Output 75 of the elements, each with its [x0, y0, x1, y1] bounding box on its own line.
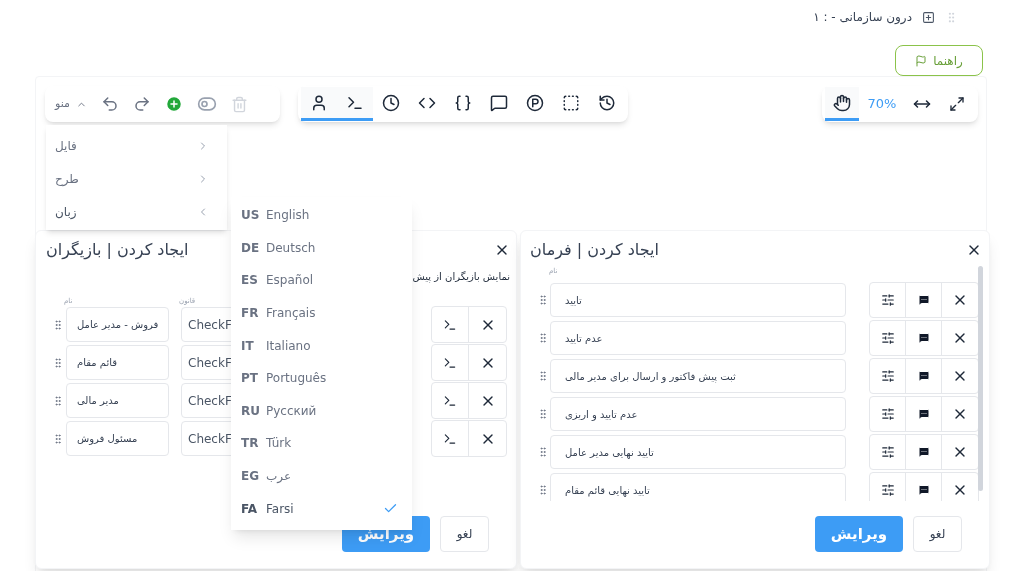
language-option[interactable]: IT Italiano: [231, 329, 412, 362]
drag-handle-icon[interactable]: [52, 394, 64, 407]
guide-button[interactable]: راهنما: [895, 45, 983, 76]
language-option[interactable]: PT Português: [231, 361, 412, 395]
language-option[interactable]: RU Русский: [231, 394, 412, 428]
dashed-square-icon: [562, 93, 580, 112]
name-field[interactable]: فروش - مدیر عامل: [66, 307, 169, 342]
flag-icon: [915, 54, 928, 67]
clock-icon: [382, 93, 400, 112]
undo-icon[interactable]: [100, 95, 119, 113]
cancel-button[interactable]: لغو: [913, 516, 962, 552]
language-option[interactable]: FR Français: [231, 296, 412, 330]
dialog-title: ایجاد کردن | بازیگران: [46, 239, 189, 262]
sliders-icon: [880, 483, 895, 497]
language-option[interactable]: US English: [231, 199, 412, 232]
menu-item[interactable]: زبان: [46, 195, 227, 228]
language-option[interactable]: ES Español: [231, 264, 412, 297]
name-field[interactable]: مسئول فروش: [66, 421, 169, 456]
zoom-level: 70%: [866, 95, 898, 114]
name-field[interactable]: تایید: [550, 283, 846, 317]
add-icon[interactable]: [164, 95, 183, 113]
sliders-icon: [880, 407, 895, 421]
tool-button[interactable]: [301, 87, 337, 121]
comment-icon: [917, 408, 930, 420]
drag-handle-icon[interactable]: [537, 294, 549, 306]
page-title: ۱ : - درون سازمانی: [813, 9, 912, 26]
speech-bubble-icon: [490, 93, 508, 112]
name-field[interactable]: مدیر مالی: [66, 383, 169, 418]
comment-icon: [917, 332, 930, 344]
name-field[interactable]: تایید نهایی مدیر عامل: [550, 435, 846, 469]
name-field[interactable]: عدم تایید: [550, 321, 846, 355]
user-icon: [310, 93, 328, 112]
hand-icon: [833, 93, 851, 112]
drag-handle-icon[interactable]: [52, 356, 64, 369]
comment-icon: [917, 370, 930, 382]
braces-icon: [454, 93, 472, 112]
menu-item[interactable]: فایل: [46, 129, 227, 162]
comment-icon: [917, 294, 930, 306]
sliders-icon: [880, 445, 895, 459]
drag-handle-icon[interactable]: [52, 318, 64, 331]
sliders-icon: [880, 293, 895, 307]
redo-icon[interactable]: [132, 95, 151, 113]
drag-handle-icon[interactable]: [52, 432, 64, 445]
circled-p-icon: [526, 93, 544, 112]
toggle-icon[interactable]: [196, 94, 217, 114]
comment-icon: [917, 484, 930, 496]
language-option[interactable]: DE Deutsch: [231, 231, 412, 265]
scrollbar[interactable]: [978, 266, 983, 491]
hand-tool-button[interactable]: [825, 87, 859, 121]
sliders-icon: [880, 369, 895, 383]
edit-button[interactable]: ویرایش: [815, 516, 903, 552]
dialog-title: ایجاد کردن | فرمان: [530, 238, 659, 262]
menu-item[interactable]: طرح: [46, 162, 227, 195]
drag-handle-icon[interactable]: [537, 446, 549, 458]
fullscreen-icon[interactable]: [949, 96, 965, 112]
add-square-icon[interactable]: [922, 10, 935, 24]
cancel-button[interactable]: لغو: [440, 516, 489, 552]
comment-icon: [917, 446, 930, 458]
name-field[interactable]: تایید نهایی قائم مقام: [550, 473, 846, 501]
option-label: نمایش بازیگران از پیش: [412, 270, 510, 285]
drag-handle-icon[interactable]: [537, 484, 549, 496]
drag-handle-icon[interactable]: [537, 408, 549, 420]
name-field[interactable]: عدم تایید و اریزی: [550, 397, 846, 431]
terminal-icon: [443, 317, 457, 332]
sliders-icon: [880, 331, 895, 345]
history-icon: [598, 93, 616, 112]
terminal-icon: [443, 393, 457, 408]
name-field[interactable]: ثبت پیش فاکتور و ارسال برای مدیر مالی: [550, 359, 846, 393]
drag-handle-icon[interactable]: [537, 332, 549, 344]
menu-button[interactable]: منو: [55, 95, 87, 113]
terminal-icon: [443, 355, 457, 370]
terminal-icon: [443, 431, 457, 446]
drag-handle-icon[interactable]: [537, 370, 549, 382]
language-option[interactable]: TR Türk: [231, 427, 412, 460]
name-field[interactable]: قائم مقام: [66, 345, 169, 380]
